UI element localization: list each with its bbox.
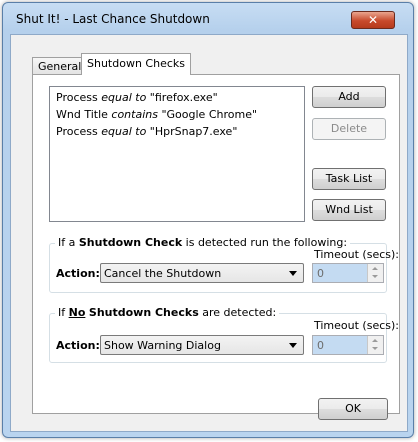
detected-timeout-label: Timeout (secs):	[314, 248, 399, 261]
tab-general[interactable]: General	[32, 57, 88, 75]
list-item-value: "HprSnap7.exe"	[149, 125, 238, 138]
list-item-op: equal to	[101, 125, 147, 138]
detected-action-label: Action:	[56, 267, 100, 280]
spin-buttons[interactable]	[367, 264, 383, 282]
spin-buttons[interactable]	[367, 336, 383, 354]
list-item-op: equal to	[101, 91, 147, 104]
spin-up-icon[interactable]	[372, 267, 378, 270]
dialog-window: Shut It! - Last Chance Shutdown ✕ Genera…	[2, 2, 414, 438]
none-timeout-label: Timeout (secs):	[314, 319, 399, 332]
detected-action-value: Cancel the Shutdown	[104, 267, 222, 280]
window-title: Shut It! - Last Chance Shutdown	[16, 12, 210, 26]
none-action-label: Action:	[56, 339, 100, 352]
list-item-op: contains	[111, 108, 158, 121]
task-list-button[interactable]: Task List	[312, 168, 386, 190]
list-item-field: Wnd Title	[56, 108, 108, 121]
none-timeout-stepper[interactable]: 0	[312, 335, 384, 355]
close-button[interactable]: ✕	[351, 11, 395, 29]
list-item-value: "firefox.exe"	[149, 91, 218, 104]
list-item[interactable]: Process equal to "HprSnap7.exe"	[56, 125, 237, 138]
list-item[interactable]: Process equal to "firefox.exe"	[56, 91, 218, 104]
list-item-field: Process	[56, 125, 98, 138]
spin-down-icon[interactable]	[372, 275, 378, 278]
wnd-list-button[interactable]: Wnd List	[312, 199, 386, 221]
chevron-down-icon	[289, 271, 297, 276]
none-action-select[interactable]: Show Warning Dialog	[100, 335, 304, 355]
none-detected-group-caption: If No Shutdown Checks are detected:	[55, 306, 280, 319]
list-item-field: Process	[56, 91, 98, 104]
add-button[interactable]: Add	[312, 86, 386, 108]
shutdown-checks-panel: Process equal to "firefox.exe" Wnd Title…	[32, 74, 400, 414]
client-area: General Shutdown Checks Process equal to…	[10, 34, 408, 432]
none-timeout-value: 0	[317, 339, 324, 352]
spin-up-icon[interactable]	[372, 339, 378, 342]
tab-general-label: General	[38, 60, 82, 73]
list-item[interactable]: Wnd Title contains "Google Chrome"	[56, 108, 257, 121]
spin-down-icon[interactable]	[372, 347, 378, 350]
detected-group-caption: If a Shutdown Check is detected run the …	[55, 236, 351, 249]
tab-shutdown-checks-label: Shutdown Checks	[87, 57, 185, 70]
ok-button[interactable]: OK	[318, 398, 388, 420]
list-item-value: "Google Chrome"	[161, 108, 258, 121]
detected-timeout-value: 0	[317, 267, 324, 280]
none-action-value: Show Warning Dialog	[104, 339, 221, 352]
close-icon: ✕	[367, 13, 379, 27]
chevron-down-icon	[289, 343, 297, 348]
detected-action-select[interactable]: Cancel the Shutdown	[100, 263, 304, 283]
tab-shutdown-checks[interactable]: Shutdown Checks	[81, 53, 191, 75]
delete-button[interactable]: Delete	[312, 118, 386, 140]
checks-listbox[interactable]: Process equal to "firefox.exe" Wnd Title…	[49, 86, 305, 222]
detected-timeout-stepper[interactable]: 0	[312, 263, 384, 283]
